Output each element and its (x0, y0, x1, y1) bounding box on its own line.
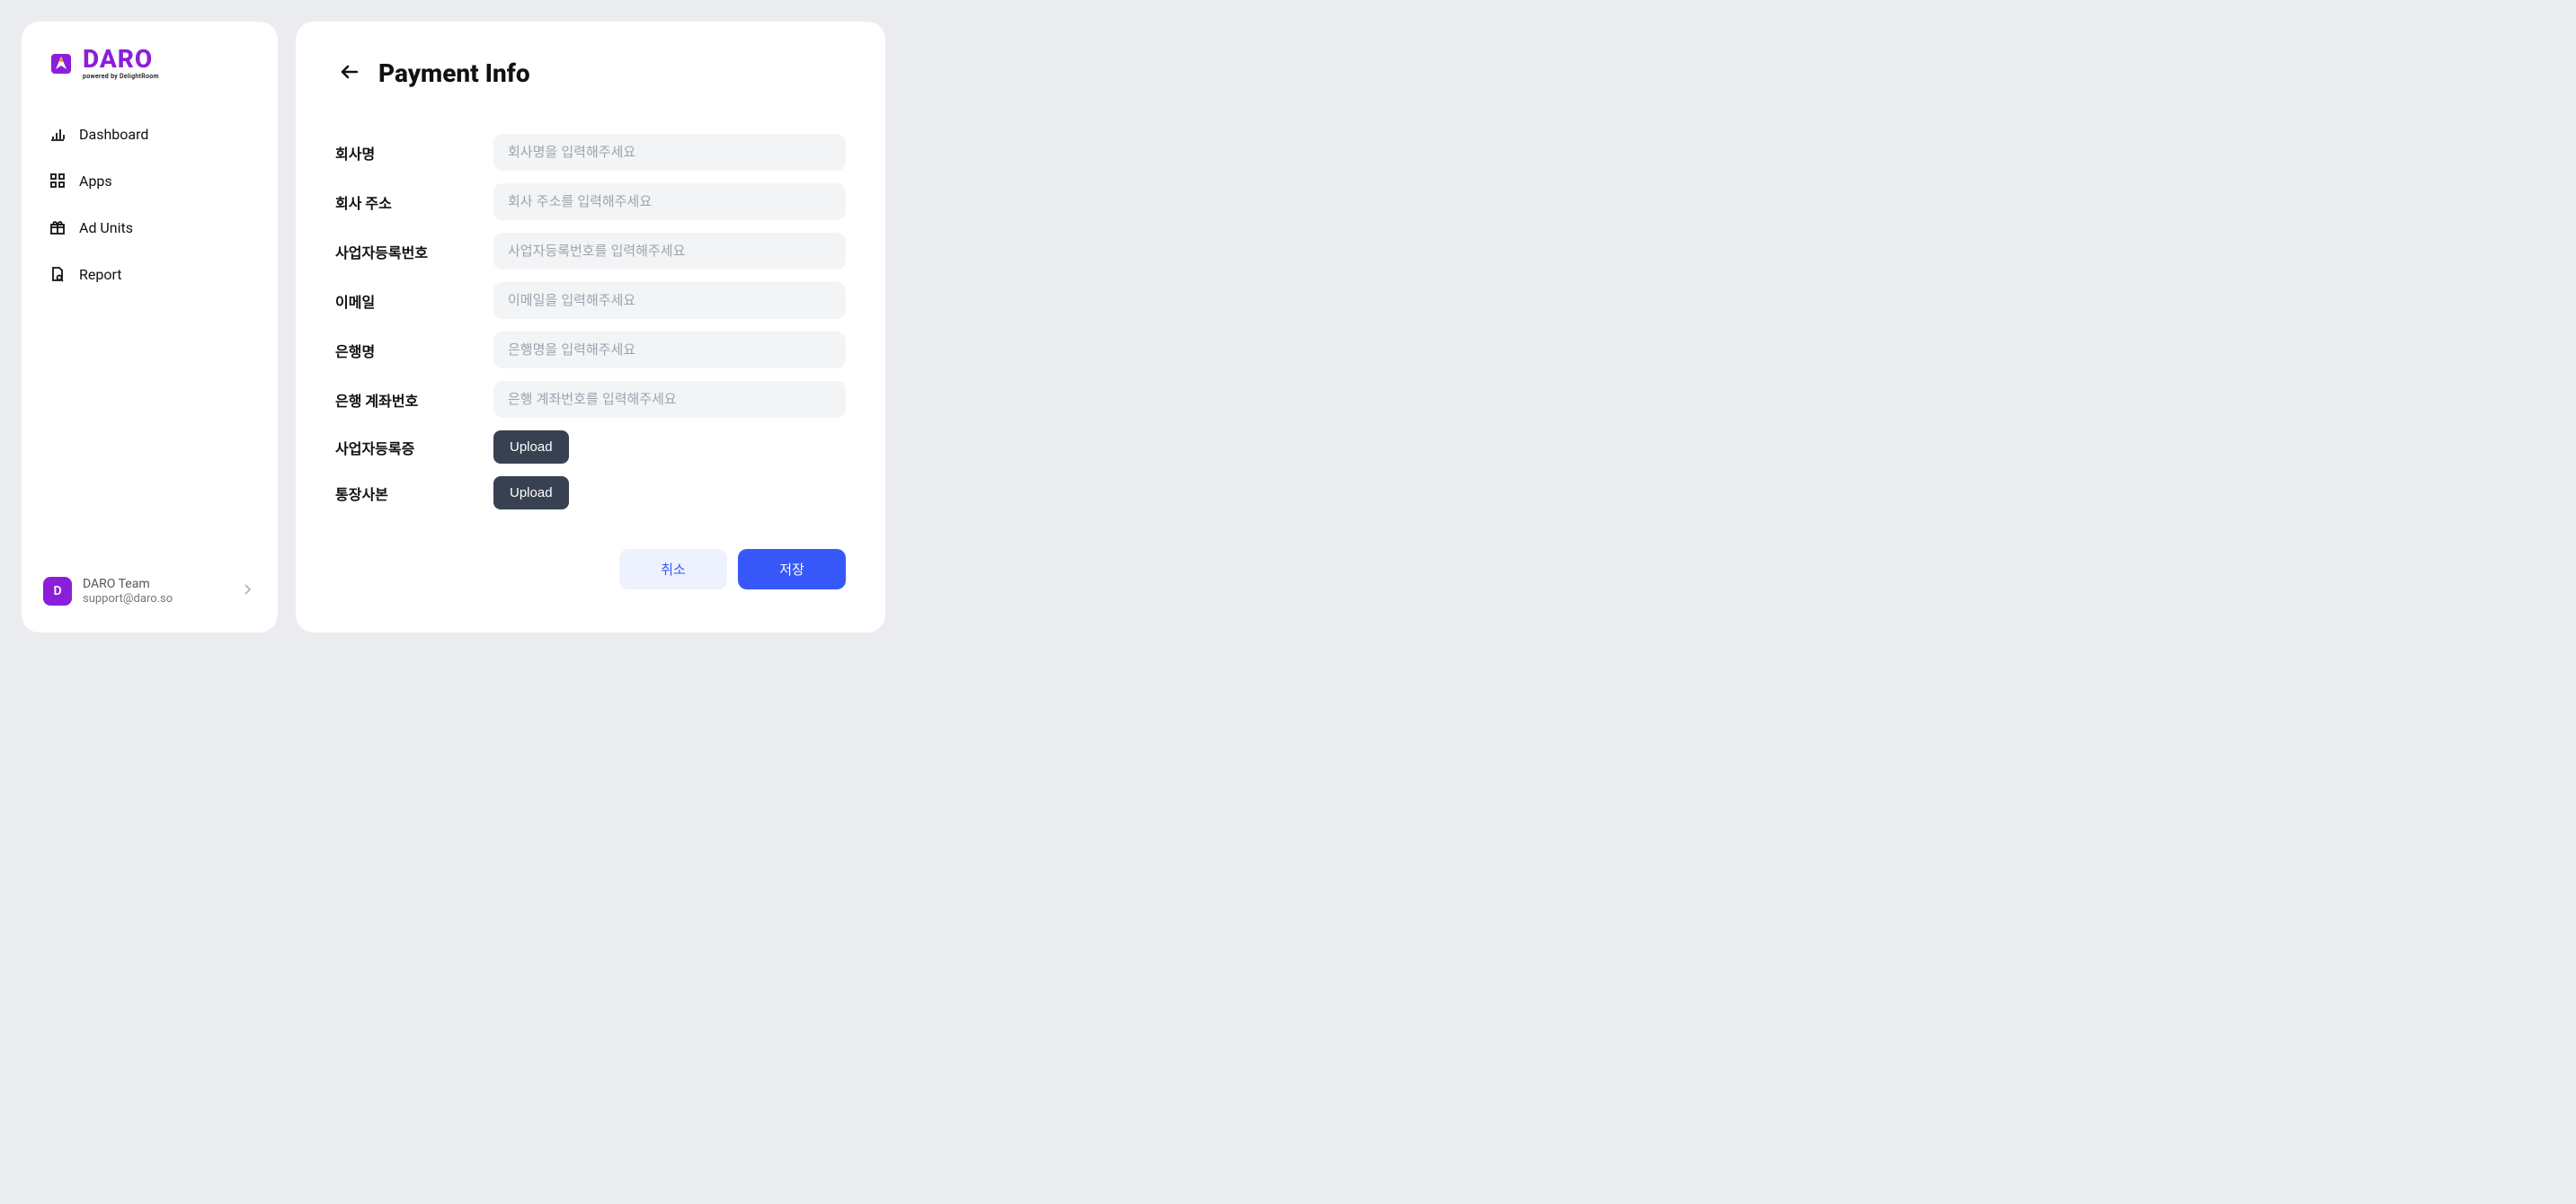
business-reg-no-input[interactable] (493, 233, 846, 270)
email-input[interactable] (493, 282, 846, 319)
form-row-email: 이메일 (335, 282, 846, 319)
company-name-input[interactable] (493, 134, 846, 171)
avatar: D (43, 577, 72, 606)
business-reg-no-label: 사업자등록번호 (335, 241, 479, 262)
form-row-bank-account: 은행 계좌번호 (335, 381, 846, 418)
nav-list: Dashboard Apps Ad Units Report (43, 116, 256, 292)
payment-form: 회사명 회사 주소 사업자등록번호 이메일 은행명 은행 계좌번호 (335, 134, 846, 509)
sidebar-item-label: Dashboard (79, 126, 148, 143)
sidebar-item-report[interactable]: Report (43, 256, 256, 292)
bank-name-input[interactable] (493, 332, 846, 368)
save-button[interactable]: 저장 (738, 549, 846, 589)
form-row-bank-name: 은행명 (335, 332, 846, 368)
business-cert-label: 사업자등록증 (335, 437, 479, 458)
bar-chart-icon (49, 125, 67, 143)
logo-tagline: powered by DelightRoom (83, 74, 159, 80)
gift-icon (49, 218, 67, 236)
form-row-company-address: 회사 주소 (335, 183, 846, 220)
main-panel: Payment Info 회사명 회사 주소 사업자등록번호 이메일 은행명 (296, 22, 885, 633)
back-button[interactable] (335, 58, 364, 89)
sidebar: DARO powered by DelightRoom Dashboard Ap… (22, 22, 278, 633)
sidebar-item-apps[interactable]: Apps (43, 163, 256, 199)
company-address-label: 회사 주소 (335, 191, 479, 213)
logo-rocket-icon (47, 49, 76, 78)
sidebar-item-label: Apps (79, 173, 112, 190)
page-header: Payment Info (335, 58, 846, 89)
email-label: 이메일 (335, 290, 479, 312)
bank-account-input[interactable] (493, 381, 846, 418)
company-name-label: 회사명 (335, 142, 479, 164)
form-actions: 취소 저장 (335, 549, 846, 589)
arrow-left-icon (339, 72, 360, 85)
sidebar-item-ad-units[interactable]: Ad Units (43, 209, 256, 245)
grid-icon (49, 172, 67, 190)
document-search-icon (49, 265, 67, 283)
logo[interactable]: DARO powered by DelightRoom (43, 47, 256, 80)
user-footer[interactable]: D DARO Team support@daro.so (43, 558, 256, 607)
form-row-company-name: 회사명 (335, 134, 846, 171)
sidebar-item-label: Report (79, 266, 122, 283)
logo-name: DARO (83, 47, 159, 72)
bankbook-label: 통장사본 (335, 482, 479, 504)
user-email: support@daro.so (83, 592, 229, 607)
chevron-right-icon (240, 581, 256, 601)
bank-account-label: 은행 계좌번호 (335, 389, 479, 411)
user-name: DARO Team (83, 576, 229, 592)
page-title: Payment Info (378, 58, 530, 88)
bank-name-label: 은행명 (335, 340, 479, 361)
sidebar-item-label: Ad Units (79, 219, 133, 236)
cancel-button[interactable]: 취소 (619, 549, 727, 589)
form-row-bankbook: 통장사본 Upload (335, 476, 846, 509)
company-address-input[interactable] (493, 183, 846, 220)
bankbook-upload-button[interactable]: Upload (493, 476, 569, 509)
form-row-business-reg-no: 사업자등록번호 (335, 233, 846, 270)
sidebar-item-dashboard[interactable]: Dashboard (43, 116, 256, 152)
form-row-business-cert: 사업자등록증 Upload (335, 430, 846, 464)
business-cert-upload-button[interactable]: Upload (493, 430, 569, 464)
